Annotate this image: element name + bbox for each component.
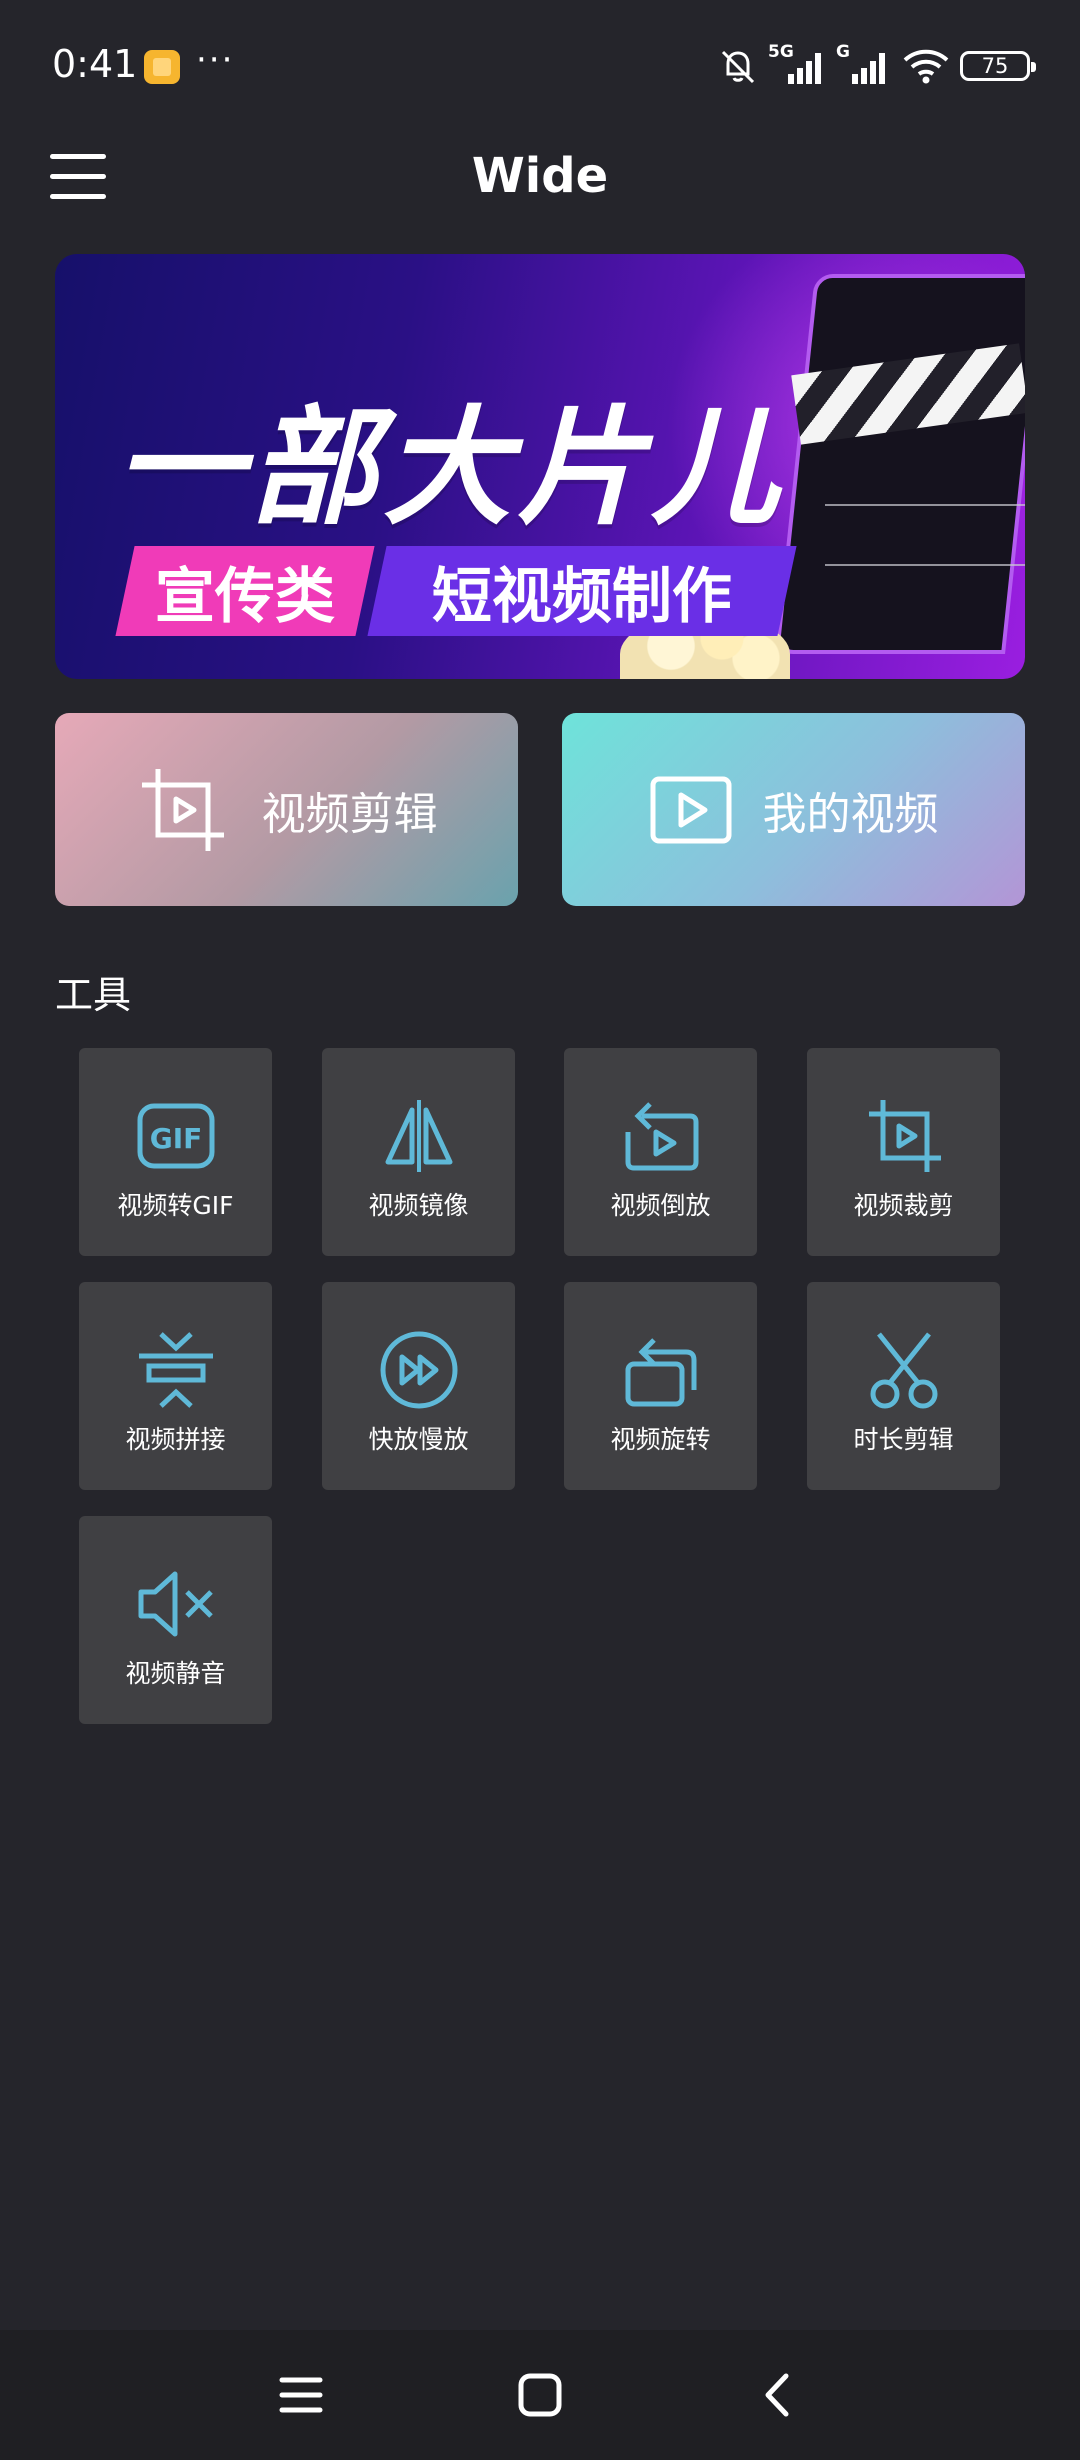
wifi-icon	[903, 49, 949, 84]
tool-label: 视频静音	[125, 1659, 226, 1688]
tool-label: 快放慢放	[368, 1425, 469, 1454]
tool-video-reverse[interactable]: 视频倒放	[564, 1048, 757, 1256]
my-videos-button[interactable]: 我的视频	[562, 713, 1025, 906]
tool-label: 时长剪辑	[853, 1425, 954, 1454]
svg-text:GIF: GIF	[150, 1122, 203, 1155]
battery-icon: 75	[960, 51, 1036, 81]
tool-duration-trim[interactable]: 时长剪辑	[807, 1282, 1000, 1490]
tool-label: 视频转GIF	[117, 1191, 234, 1220]
tool-label: 视频裁剪	[853, 1191, 954, 1220]
clapperboard-line	[825, 504, 1025, 506]
reverse-play-icon	[625, 1102, 699, 1171]
back-icon[interactable]	[744, 2360, 814, 2430]
merge-icon	[139, 1332, 213, 1408]
scissors-icon	[870, 1332, 938, 1409]
banner-tag-right: 短视频制作	[367, 546, 797, 636]
tool-label: 视频倒放	[610, 1191, 711, 1220]
signal-1-icon: 5G	[768, 42, 826, 86]
tool-label: 视频拼接	[125, 1425, 226, 1454]
clapperboard-icon	[775, 274, 1025, 654]
mute-icon	[138, 1571, 213, 1637]
signal-2-icon: G	[836, 42, 892, 86]
video-edit-button[interactable]: 视频剪辑	[55, 713, 518, 906]
my-videos-label: 我的视频	[762, 788, 939, 840]
home-icon[interactable]	[505, 2360, 575, 2430]
mirror-icon	[385, 1100, 453, 1172]
crop-play-icon	[141, 768, 224, 851]
tool-video-merge[interactable]: 视频拼接	[79, 1282, 272, 1490]
notification-app-icon	[144, 50, 180, 84]
gif-icon: GIF	[137, 1103, 215, 1169]
battery-level: 75	[981, 54, 1009, 78]
system-nav-bar	[0, 2330, 1080, 2460]
status-time: 0:41	[52, 42, 138, 86]
banner-tag-left-label: 宣传类	[155, 561, 335, 632]
promo-banner[interactable]: 一部大片儿 宣传类 短视频制作	[55, 254, 1025, 679]
tool-label: 视频旋转	[610, 1425, 711, 1454]
fast-forward-icon	[380, 1331, 458, 1409]
banner-title: 一部大片儿	[115, 394, 786, 543]
tool-speed[interactable]: 快放慢放	[322, 1282, 515, 1490]
video-edit-label: 视频剪辑	[261, 788, 438, 840]
rotate-icon	[625, 1338, 697, 1407]
clapperboard-line	[825, 564, 1025, 566]
tools-section-title: 工具	[55, 973, 132, 1017]
tool-label: 视频镜像	[368, 1191, 469, 1220]
page-title: Wide	[471, 148, 609, 204]
status-icons: 5G G 75	[718, 42, 1036, 88]
recents-icon[interactable]	[266, 2360, 336, 2430]
mute-bell-icon	[721, 50, 755, 84]
tool-video-mirror[interactable]: 视频镜像	[322, 1048, 515, 1256]
more-notifications-icon: ···	[196, 40, 235, 80]
banner-tag-right-label: 短视频制作	[432, 561, 732, 632]
banner-tag-left: 宣传类	[115, 546, 375, 636]
play-box-icon	[650, 776, 731, 843]
screen: 0:41 ··· 5G G 75 Wide 一部大片儿 宣传类 短视频制作 视频…	[0, 0, 1080, 2460]
status-bar: 0:41 ··· 5G G 75	[0, 0, 1080, 130]
tool-video-rotate[interactable]: 视频旋转	[564, 1282, 757, 1490]
tool-video-to-gif[interactable]: GIF 视频转GIF	[79, 1048, 272, 1256]
tool-video-mute[interactable]: 视频静音	[79, 1516, 272, 1724]
tool-video-crop[interactable]: 视频裁剪	[807, 1048, 1000, 1256]
crop-icon	[869, 1100, 941, 1172]
